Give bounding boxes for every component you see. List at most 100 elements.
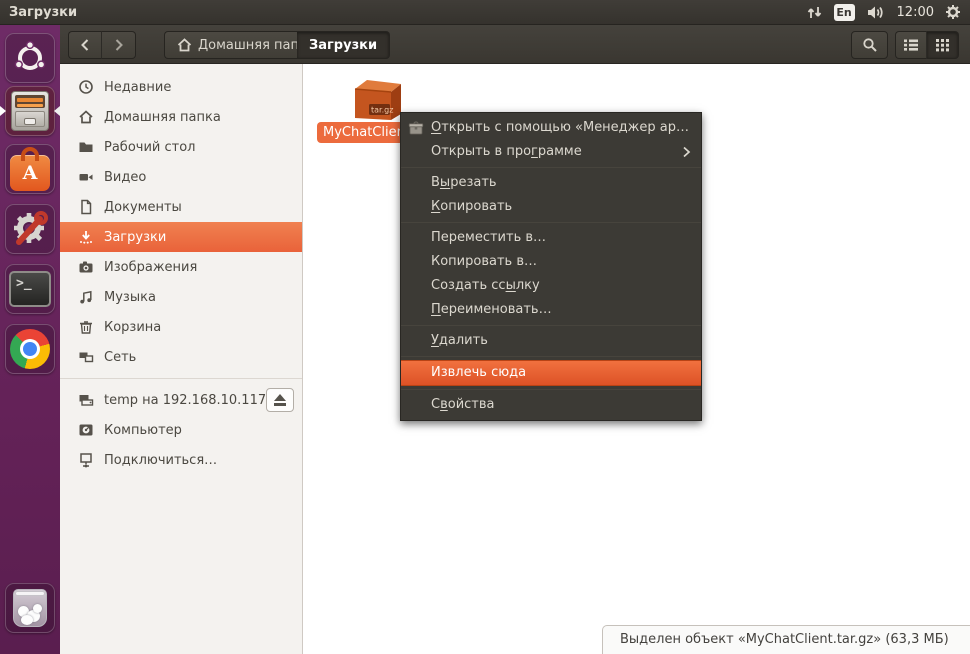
menu-item-rename[interactable]: Переименовать…	[401, 298, 701, 322]
keyboard-layout-indicator[interactable]: En	[834, 4, 855, 21]
unity-launcher: A >_	[0, 25, 60, 654]
network-activity-icon[interactable]	[806, 5, 823, 20]
photo-camera-icon	[78, 259, 94, 275]
session-gear-icon[interactable]	[945, 4, 961, 20]
sidebar-item-computer[interactable]: Компьютер	[60, 415, 302, 445]
sidebar-item-network[interactable]: Сеть	[60, 342, 302, 372]
sidebar-item-label: Сеть	[104, 350, 136, 365]
menu-item-open-with-application[interactable]: Открыть в программе	[401, 140, 701, 164]
chrome-icon	[10, 329, 50, 369]
breadcrumb-current-button[interactable]: Загрузки	[297, 31, 390, 59]
clock-icon	[78, 79, 94, 95]
chevron-right-icon	[113, 38, 125, 52]
ubuntu-dash-button[interactable]	[5, 33, 55, 83]
sidebar-item-label: Музыка	[104, 290, 156, 305]
search-icon	[862, 37, 878, 53]
eject-button[interactable]	[266, 388, 294, 412]
submenu-arrow-icon	[682, 145, 691, 159]
document-icon	[78, 199, 94, 215]
sidebar-item-label: Загрузки	[104, 230, 166, 245]
sidebar-item-recent[interactable]: Недавние	[60, 72, 302, 102]
file-cabinet-icon	[11, 91, 49, 131]
list-view-button[interactable]	[895, 31, 927, 59]
sidebar-item-label: Изображения	[104, 260, 197, 275]
clock-time[interactable]: 12:00	[897, 5, 934, 20]
download-icon	[78, 229, 94, 245]
menu-item-move-to[interactable]: Переместить в…	[401, 226, 701, 250]
sidebar-item-trash[interactable]: Корзина	[60, 312, 302, 342]
sidebar-separator	[60, 378, 302, 379]
terminal-icon: >_	[9, 271, 51, 307]
terminal-launcher-item[interactable]: >_	[5, 264, 55, 314]
search-button[interactable]	[851, 31, 888, 59]
sidebar-item-label: Видео	[104, 170, 146, 185]
menu-item-properties[interactable]: Свойства	[401, 393, 701, 417]
sidebar-item-label: Подключиться…	[104, 453, 217, 468]
computer-drive-icon	[78, 422, 94, 438]
volume-icon[interactable]	[866, 5, 886, 20]
software-center-icon: A	[10, 155, 50, 191]
video-camera-icon	[78, 169, 94, 185]
sidebar-item-label: Корзина	[104, 320, 161, 335]
sidebar-item-pictures[interactable]: Изображения	[60, 252, 302, 282]
system-settings-launcher-item[interactable]	[5, 204, 55, 254]
sidebar-item-network-mount[interactable]: temp на 192.168.10.117	[60, 385, 302, 415]
chevron-left-icon	[79, 38, 91, 52]
menu-item-copy[interactable]: Копировать	[401, 195, 701, 219]
remote-drive-icon	[78, 392, 94, 408]
home-icon	[78, 109, 94, 125]
forward-button[interactable]	[102, 31, 136, 59]
menu-separator	[401, 356, 701, 357]
files-launcher-item[interactable]	[5, 86, 55, 136]
software-center-launcher-item[interactable]: A	[5, 144, 55, 194]
connect-server-icon	[78, 452, 94, 468]
back-button[interactable]	[68, 31, 102, 59]
sidebar-item-label: temp на 192.168.10.117	[104, 393, 266, 408]
menu-item-open-with-archive-manager[interactable]: Открыть с помощью «Менеджер ар…	[401, 116, 701, 140]
network-icon	[78, 349, 94, 365]
menu-item-make-link[interactable]: Создать ссылку	[401, 274, 701, 298]
menu-item-delete[interactable]: Удалить	[401, 329, 701, 353]
eject-icon	[274, 394, 286, 401]
places-sidebar: Недавние Домашняя папка Рабочий стол Вид…	[60, 64, 303, 654]
folder-icon	[78, 139, 94, 155]
trash-launcher-item[interactable]	[5, 583, 55, 633]
menu-separator	[401, 325, 701, 326]
archive-manager-icon	[408, 120, 424, 136]
grid-view-icon	[935, 38, 950, 52]
svg-text:tar.gz: tar.gz	[371, 106, 393, 115]
window-title: Загрузки	[9, 5, 77, 20]
sidebar-item-connect-to-server[interactable]: Подключиться…	[60, 445, 302, 475]
trash-icon	[78, 319, 94, 335]
chrome-launcher-item[interactable]	[5, 324, 55, 374]
sidebar-item-label: Домашняя папка	[104, 110, 221, 125]
tar-gz-package-icon: tar.gz	[349, 76, 405, 124]
menu-separator	[401, 222, 701, 223]
selection-status-text: Выделен объект «MyChatClient.tar.gz» (63…	[620, 632, 949, 647]
sidebar-item-videos[interactable]: Видео	[60, 162, 302, 192]
menu-item-copy-to[interactable]: Копировать в…	[401, 250, 701, 274]
grid-view-button[interactable]	[927, 31, 959, 59]
running-indicator-arrow	[0, 106, 6, 116]
sidebar-item-documents[interactable]: Документы	[60, 192, 302, 222]
ubuntu-logo-icon	[12, 40, 48, 76]
breadcrumb-current-label: Загрузки	[309, 38, 377, 53]
sidebar-item-desktop[interactable]: Рабочий стол	[60, 132, 302, 162]
menu-separator	[401, 167, 701, 168]
top-panel: Загрузки En 12:00	[0, 0, 970, 25]
sidebar-item-home[interactable]: Домашняя папка	[60, 102, 302, 132]
sidebar-item-label: Недавние	[104, 80, 171, 95]
nautilus-toolbar: Домашняя папка Загрузки	[60, 25, 970, 64]
music-notes-icon	[78, 289, 94, 305]
sidebar-item-label: Документы	[104, 200, 182, 215]
list-view-icon	[903, 38, 919, 52]
sidebar-item-downloads[interactable]: Загрузки	[60, 222, 302, 252]
sidebar-item-label: Компьютер	[104, 423, 182, 438]
sidebar-item-music[interactable]: Музыка	[60, 282, 302, 312]
menu-item-cut[interactable]: Вырезать	[401, 171, 701, 195]
settings-gear-wrench-icon	[10, 209, 50, 249]
sidebar-item-label: Рабочий стол	[104, 140, 195, 155]
context-menu: Открыть с помощью «Менеджер ар… Открыть …	[400, 112, 702, 421]
menu-item-extract-here[interactable]: Извлечь сюда	[401, 360, 701, 386]
trash-bin-icon	[13, 589, 47, 627]
